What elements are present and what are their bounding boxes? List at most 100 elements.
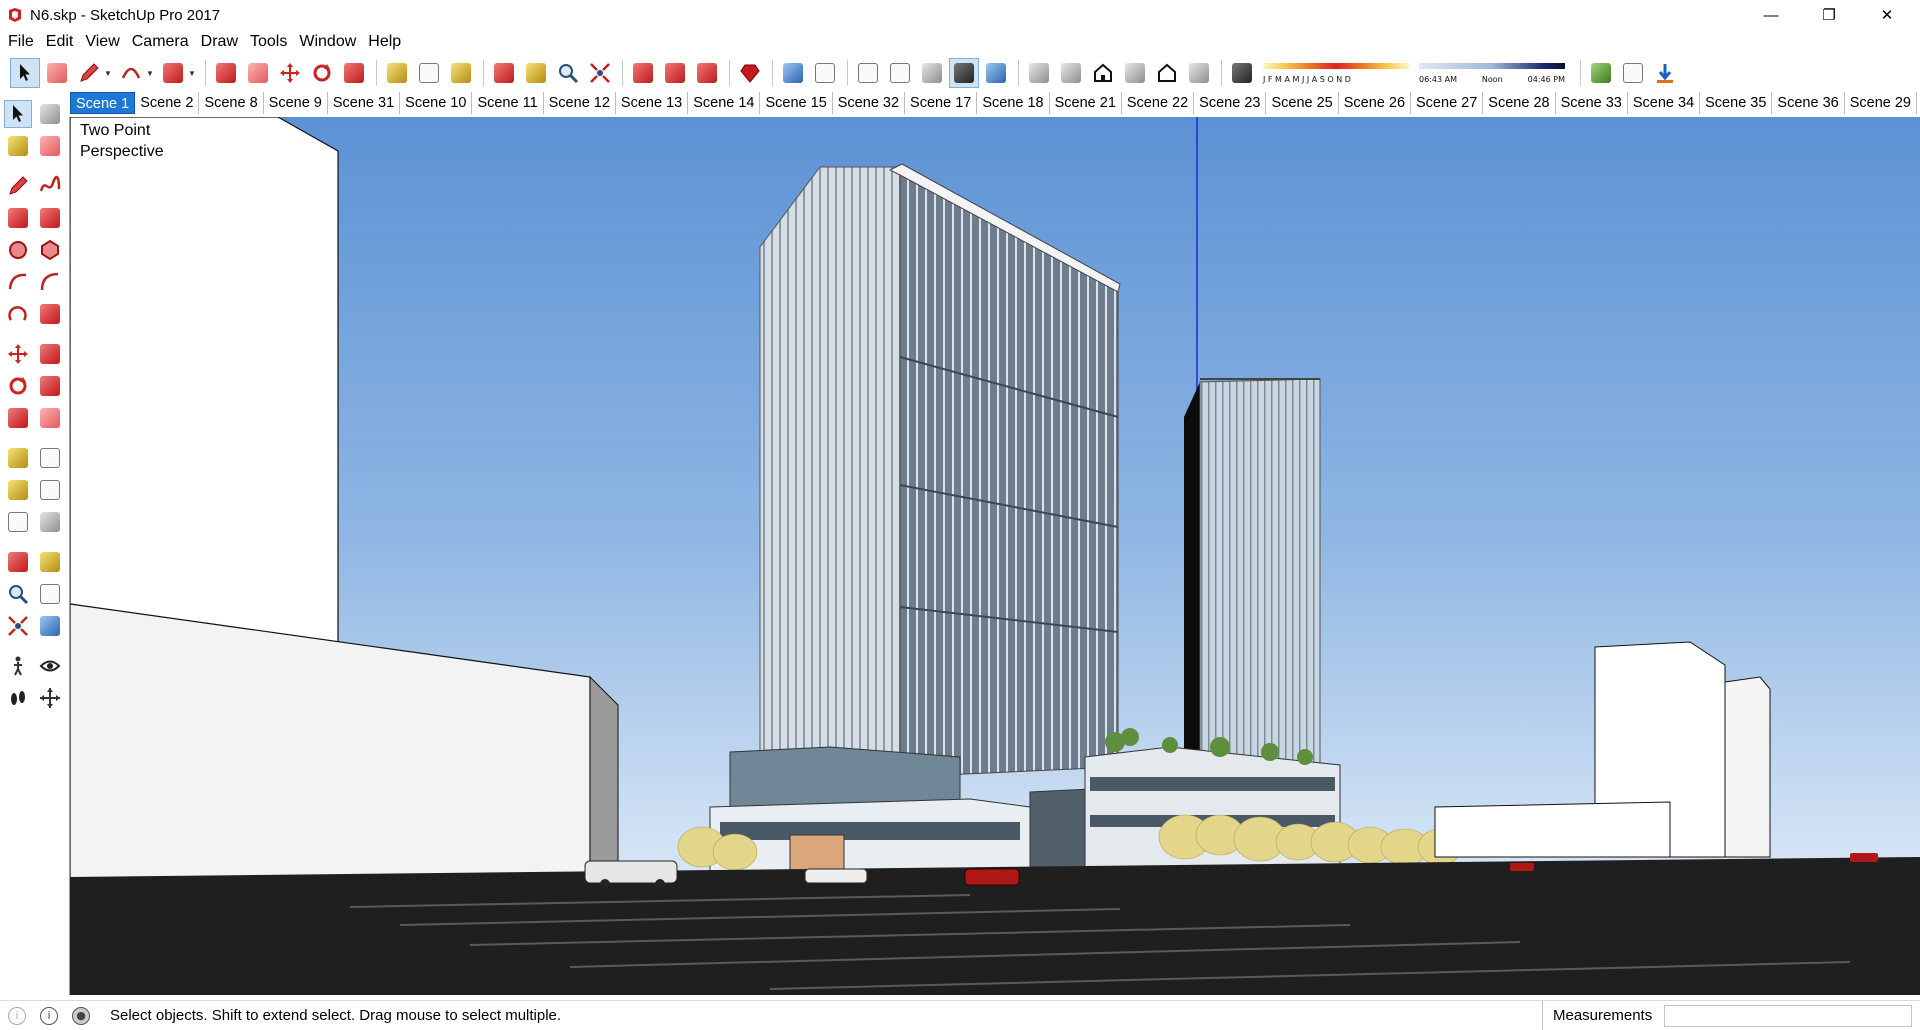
tape-measure-button[interactable] [382, 58, 412, 88]
top-view-button[interactable] [1056, 58, 1086, 88]
shaded-button[interactable] [917, 58, 947, 88]
orbit-tool-large[interactable] [4, 548, 32, 576]
zoom-tool-large[interactable] [4, 580, 32, 608]
rectangle-tool-button[interactable] [158, 58, 188, 88]
3d-text-button[interactable] [36, 508, 64, 536]
line-tool-large[interactable] [4, 172, 32, 200]
rectangle-tool-large[interactable] [4, 204, 32, 232]
scene-tab[interactable]: Scene 13 [616, 92, 689, 114]
scene-tab[interactable]: Scene 10 [400, 92, 473, 114]
make-component-button[interactable] [36, 100, 64, 128]
monochrome-button[interactable] [981, 58, 1011, 88]
scene-tab[interactable]: Scene 31 [328, 92, 401, 114]
arc-tool-button[interactable] [116, 58, 146, 88]
scene-tab[interactable]: Scene 15 [760, 92, 833, 114]
scene-tab[interactable]: Scene 9 [264, 92, 328, 114]
scene-tab[interactable]: Scene 22 [1122, 92, 1195, 114]
restore-button[interactable]: ❐ [1800, 0, 1858, 30]
polygon-tool-button[interactable] [36, 236, 64, 264]
freehand-tool-button[interactable] [36, 172, 64, 200]
zoom-window-button[interactable] [36, 580, 64, 608]
scene-tab[interactable]: Scene 28 [1483, 92, 1556, 114]
paint-bucket-button[interactable] [446, 58, 476, 88]
extension-manager-button[interactable] [735, 58, 765, 88]
menu-edit[interactable]: Edit [40, 30, 80, 54]
date-slider[interactable]: J F M A M J J A S O N D [1263, 58, 1409, 88]
push-pull-large[interactable] [36, 340, 64, 368]
right-view-button[interactable] [1120, 58, 1150, 88]
scene-tab[interactable]: Scene 32 [833, 92, 906, 114]
scene-tab[interactable]: Scene 2 [135, 92, 200, 114]
eraser-large[interactable] [36, 132, 64, 160]
scene-tab[interactable]: Scene 1 [70, 92, 136, 114]
scale-tool-large[interactable] [4, 404, 32, 432]
menu-view[interactable]: View [79, 30, 125, 54]
close-button[interactable]: ✕ [1858, 0, 1916, 30]
minimize-button[interactable]: — [1742, 0, 1800, 30]
shadow-settings-button[interactable] [1227, 58, 1257, 88]
position-camera-button[interactable] [4, 652, 32, 680]
credits-icon[interactable]: i [40, 1006, 58, 1025]
scale-button[interactable] [339, 58, 369, 88]
text-tool-button[interactable] [414, 58, 444, 88]
menu-tools[interactable]: Tools [244, 30, 293, 54]
user-account-icon[interactable]: ● [72, 1006, 90, 1025]
back-view-button[interactable] [1152, 58, 1182, 88]
photo-textures-button[interactable] [1650, 58, 1680, 88]
chevron-down-icon[interactable]: ▼ [104, 69, 112, 78]
scene-tab[interactable]: Scene 26 [1339, 92, 1412, 114]
date-slider-track[interactable] [1263, 62, 1409, 69]
scene-tab[interactable]: Scene 27 [1411, 92, 1484, 114]
hidden-line-button[interactable] [885, 58, 915, 88]
iso-view-button[interactable] [1024, 58, 1054, 88]
shaded-textures-button[interactable] [949, 58, 979, 88]
xray-button[interactable] [778, 58, 808, 88]
scene-tab[interactable]: Scene 14 [688, 92, 761, 114]
scene-tab[interactable]: Scene 34 [1628, 92, 1701, 114]
pan-button[interactable] [521, 58, 551, 88]
extension-warehouse-button[interactable] [692, 58, 722, 88]
arc-tool-large[interactable] [4, 268, 32, 296]
3d-warehouse-button[interactable] [628, 58, 658, 88]
model-viewport[interactable]: Two Point Perspective [69, 117, 1920, 995]
three-point-arc-button[interactable] [4, 300, 32, 328]
scene-tab[interactable]: Scene 21 [1050, 92, 1122, 114]
select-tool-large[interactable] [4, 100, 32, 128]
scene-tab[interactable]: Scene 23 [1194, 92, 1267, 114]
measurements-input[interactable] [1664, 1005, 1912, 1027]
previous-view-button[interactable] [36, 612, 64, 640]
axes-tool-button[interactable] [4, 508, 32, 536]
back-edges-button[interactable] [810, 58, 840, 88]
rotated-rectangle-button[interactable] [36, 204, 64, 232]
dimension-tool-button[interactable] [36, 444, 64, 472]
menu-camera[interactable]: Camera [126, 30, 195, 54]
text-tool-large[interactable] [36, 476, 64, 504]
toggle-terrain-button[interactable] [1618, 58, 1648, 88]
scene-tab[interactable]: Scene 29 [1845, 92, 1917, 114]
scene-tab[interactable]: Scene 11 [472, 92, 544, 114]
eraser-tool-button[interactable] [42, 58, 72, 88]
move-tool-large[interactable] [4, 340, 32, 368]
pie-tool-button[interactable] [36, 300, 64, 328]
push-pull-button[interactable] [211, 58, 241, 88]
wireframe-button[interactable] [853, 58, 883, 88]
follow-me-button[interactable] [36, 372, 64, 400]
line-tool-button[interactable] [74, 58, 104, 88]
menu-draw[interactable]: Draw [195, 30, 244, 54]
zoom-extents-button[interactable] [585, 58, 615, 88]
section-plane-button[interactable] [36, 684, 64, 712]
scene-tab[interactable]: Scene 18 [977, 92, 1050, 114]
rotate-tool-large[interactable] [4, 372, 32, 400]
scene-tab[interactable]: Scene 33 [1556, 92, 1628, 114]
scene-tab[interactable]: Scene 25 [1266, 92, 1339, 114]
scene-tab[interactable]: Scene 35 [1700, 92, 1773, 114]
scene-tab[interactable]: Scene 12 [544, 92, 616, 114]
menu-window[interactable]: Window [293, 30, 362, 54]
move-button[interactable] [275, 58, 305, 88]
protractor-button[interactable] [4, 476, 32, 504]
scene-tab[interactable]: Scene 36 [1772, 92, 1845, 114]
orbit-button[interactable] [489, 58, 519, 88]
two-point-arc-button[interactable] [36, 268, 64, 296]
chevron-down-icon[interactable]: ▼ [188, 69, 196, 78]
add-location-button[interactable] [1586, 58, 1616, 88]
